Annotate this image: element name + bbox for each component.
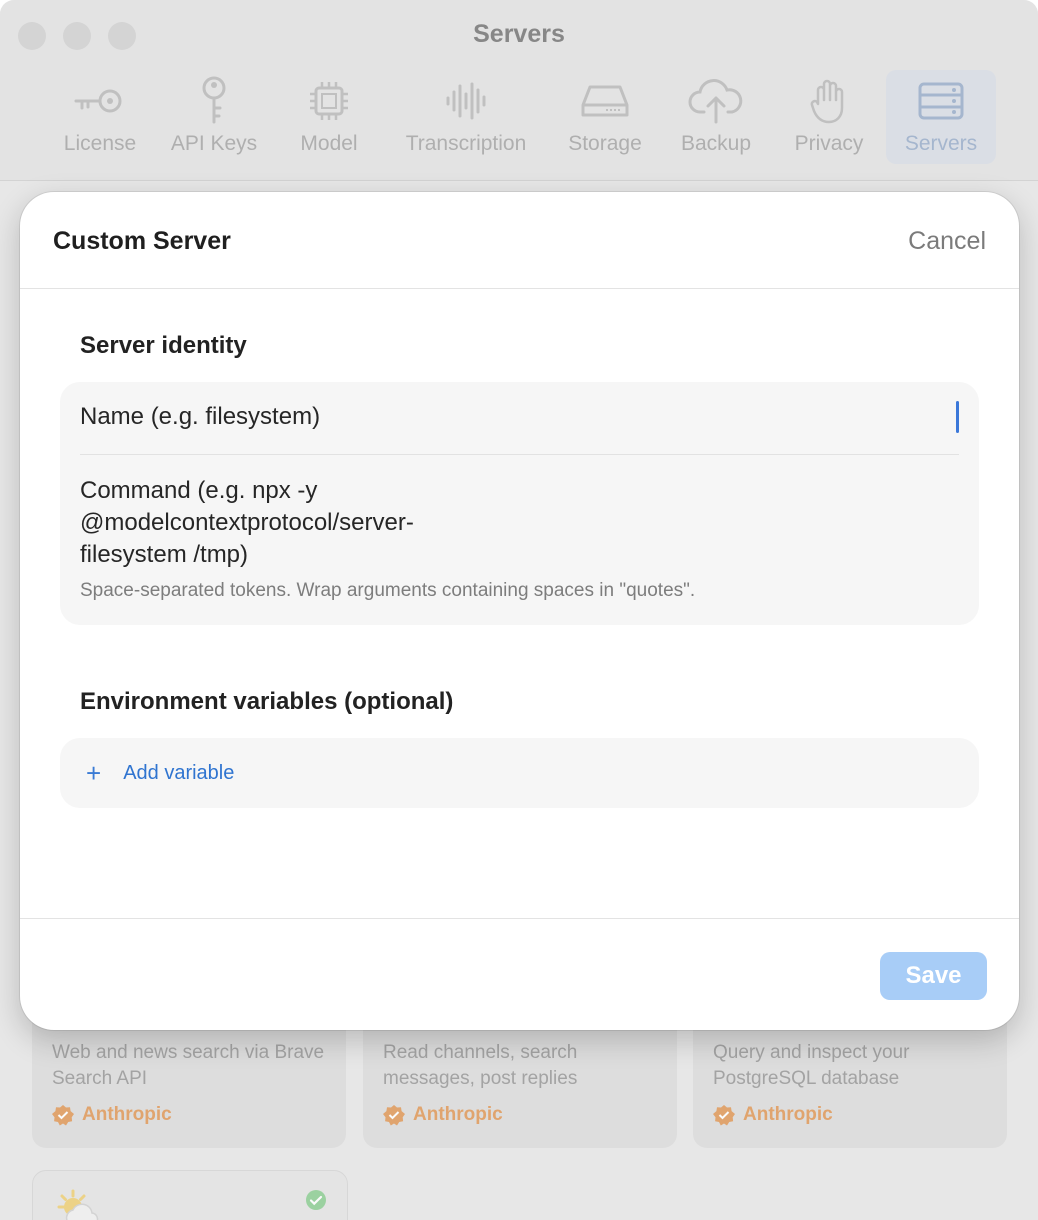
text-cursor bbox=[956, 401, 959, 433]
name-field[interactable]: Name (e.g. filesystem) bbox=[80, 382, 959, 455]
custom-server-dialog: Custom Server Cancel Server identity Nam… bbox=[20, 192, 1019, 1030]
dialog-header: Custom Server Cancel bbox=[20, 192, 1019, 289]
server-identity-group: Name (e.g. filesystem) Command (e.g. npx… bbox=[60, 382, 979, 625]
environment-variables-heading: Environment variables (optional) bbox=[80, 688, 454, 715]
command-hint: Space-separated tokens. Wrap arguments c… bbox=[80, 580, 696, 601]
server-identity-heading: Server identity bbox=[80, 332, 247, 359]
command-field[interactable]: Command (e.g. npx -y @modelcontextprotoc… bbox=[80, 475, 500, 571]
add-variable-button[interactable]: + Add variable bbox=[86, 760, 234, 786]
cancel-button[interactable]: Cancel bbox=[908, 227, 986, 256]
name-placeholder: Name (e.g. filesystem) bbox=[80, 403, 321, 430]
footer-divider bbox=[20, 918, 1019, 919]
environment-variables-group: + Add variable bbox=[60, 738, 979, 808]
save-button[interactable]: Save bbox=[880, 952, 987, 1000]
add-variable-label: Add variable bbox=[123, 761, 235, 784]
dialog-title: Custom Server bbox=[53, 227, 231, 255]
app-window: Servers License API Keys Model Transcrip… bbox=[0, 0, 1038, 1220]
plus-icon: + bbox=[86, 758, 102, 788]
